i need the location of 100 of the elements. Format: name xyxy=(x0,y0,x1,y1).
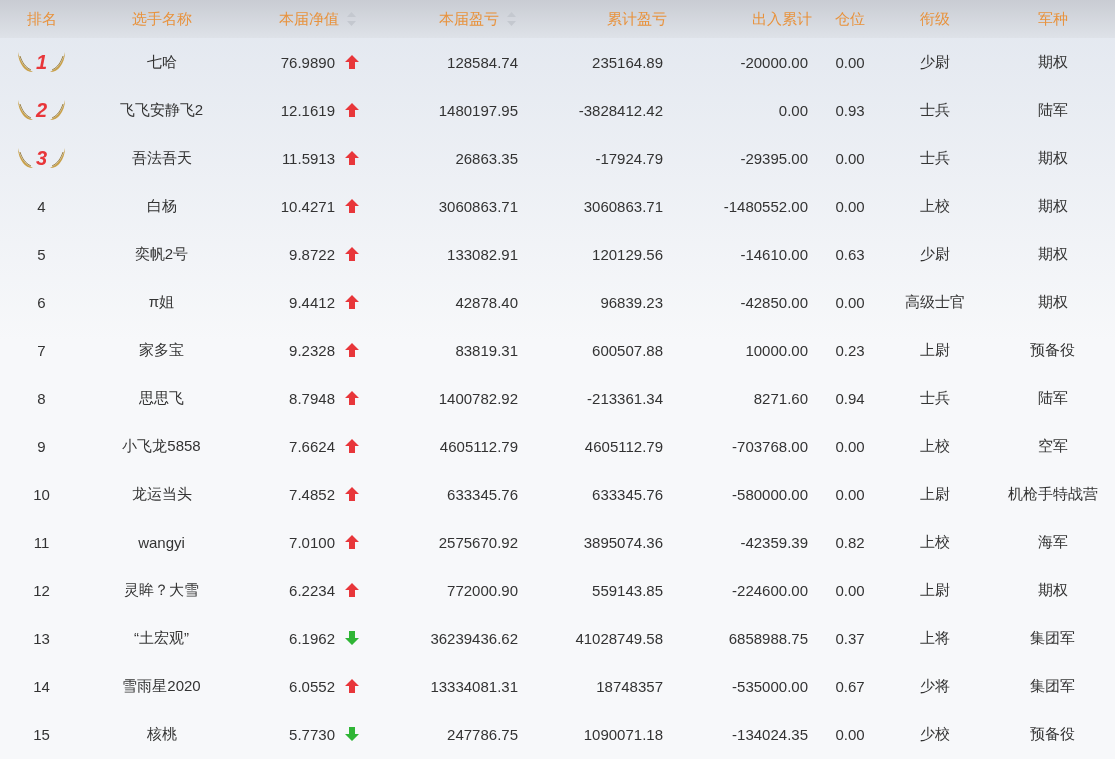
period-profit: 772000.90 xyxy=(447,581,518,599)
net-value: 6.1962 xyxy=(289,629,335,647)
period-profit: 128584.74 xyxy=(447,53,518,71)
total-profit: 41028749.58 xyxy=(575,629,663,647)
period-profit: 4605112.79 xyxy=(439,437,518,455)
position-ratio: 0.00 xyxy=(835,437,865,455)
rank-title: 少尉 xyxy=(920,244,950,264)
cash-flow: -224600.00 xyxy=(732,581,808,599)
rank-title: 上尉 xyxy=(920,484,950,504)
cash-flow: -29395.00 xyxy=(740,149,808,167)
player-name[interactable]: 飞飞安静飞2 xyxy=(119,100,204,120)
total-profit: 1090071.18 xyxy=(583,725,663,743)
total-profit: 3895074.36 xyxy=(583,533,663,551)
branch-name: 机枪手特战营 xyxy=(1007,484,1098,504)
player-name[interactable]: 白杨 xyxy=(146,196,177,216)
rank-number: 3 xyxy=(35,146,48,170)
net-value: 9.2328 xyxy=(289,341,335,359)
net-value: 5.7730 xyxy=(289,725,335,743)
period-profit: 36239436.62 xyxy=(430,629,518,647)
rank-number: 9 xyxy=(37,437,46,455)
cash-flow: -134024.35 xyxy=(732,725,808,743)
period-profit: 83819.31 xyxy=(455,341,518,359)
net-value: 6.0552 xyxy=(289,677,335,695)
cash-flow: 8271.60 xyxy=(753,389,808,407)
position-ratio: 0.94 xyxy=(835,389,865,407)
cash-flow: -580000.00 xyxy=(732,485,808,503)
rank-number: 7 xyxy=(37,341,46,359)
player-name[interactable]: 灵眸？大雪 xyxy=(124,580,199,600)
position-ratio: 0.67 xyxy=(835,677,865,695)
period-profit: 2575670.92 xyxy=(438,533,518,551)
rank-title: 上校 xyxy=(920,532,950,552)
rank-title: 上尉 xyxy=(920,580,950,600)
player-name[interactable]: 家多宝 xyxy=(139,340,184,360)
total-profit: -17924.79 xyxy=(595,149,663,167)
period-profit: 3060863.71 xyxy=(438,197,518,215)
position-ratio: 0.00 xyxy=(835,725,865,743)
total-profit: 600507.88 xyxy=(592,341,663,359)
period-profit: 1480197.95 xyxy=(438,101,518,119)
net-value: 9.8722 xyxy=(289,245,335,263)
position-ratio: 0.37 xyxy=(835,629,865,647)
position-ratio: 0.00 xyxy=(835,53,865,71)
column-header: 选手名称 xyxy=(131,9,192,29)
rank-number: 1 xyxy=(35,50,48,74)
player-name[interactable]: “土宏观” xyxy=(134,628,189,648)
branch-name: 期权 xyxy=(1037,244,1068,264)
total-profit: 4605112.79 xyxy=(584,437,663,455)
period-profit: 13334081.31 xyxy=(430,677,518,695)
rank-title: 士兵 xyxy=(920,100,950,120)
rank-title: 上将 xyxy=(920,628,950,648)
position-ratio: 0.00 xyxy=(835,149,865,167)
player-name[interactable]: π姐 xyxy=(148,292,175,312)
column-header: 累计盈亏 xyxy=(607,9,667,29)
branch-name: 海军 xyxy=(1037,532,1068,552)
player-name[interactable]: 奕帆2号 xyxy=(134,244,189,264)
rank-number: 15 xyxy=(33,725,50,743)
rank-title: 士兵 xyxy=(920,148,950,168)
rank-title: 士兵 xyxy=(920,388,950,408)
player-name[interactable]: 小飞龙5858 xyxy=(122,436,201,456)
column-header: 排名 xyxy=(26,9,57,29)
rank-number: 14 xyxy=(33,677,50,695)
rank-number: 5 xyxy=(37,245,46,263)
branch-name: 期权 xyxy=(1037,580,1068,600)
rank-title: 少尉 xyxy=(920,52,950,72)
net-value: 7.6624 xyxy=(289,437,335,455)
column-header: 军种 xyxy=(1037,9,1068,29)
period-profit: 26863.35 xyxy=(455,149,518,167)
rank-number: 8 xyxy=(37,389,46,407)
rank-title: 上校 xyxy=(920,196,950,216)
total-profit: -3828412.42 xyxy=(578,101,663,119)
rank-number: 11 xyxy=(33,533,50,551)
period-profit: 133082.91 xyxy=(447,245,518,263)
player-name[interactable]: 龙运当头 xyxy=(131,484,192,504)
rank-number: 6 xyxy=(37,293,46,311)
branch-name: 集团军 xyxy=(1030,628,1075,648)
total-profit: -213361.34 xyxy=(587,389,663,407)
total-profit: 559143.85 xyxy=(592,581,663,599)
player-name[interactable]: 七哈 xyxy=(146,52,177,72)
player-name[interactable]: 思思飞 xyxy=(139,388,184,408)
period-profit: 42878.40 xyxy=(455,293,518,311)
net-value: 11.5913 xyxy=(281,149,335,167)
period-profit: 247786.75 xyxy=(447,725,518,743)
net-value: 10.4271 xyxy=(280,197,335,215)
cash-flow: -535000.00 xyxy=(732,677,808,695)
player-name[interactable]: 吾法吾天 xyxy=(131,148,192,168)
branch-name: 预备役 xyxy=(1030,340,1075,360)
player-name[interactable]: 雪雨星2020 xyxy=(122,676,201,696)
cash-flow: -20000.00 xyxy=(740,53,808,71)
player-name[interactable]: wangyi xyxy=(138,533,185,551)
rank-title: 高级士官 xyxy=(905,292,965,312)
branch-name: 陆军 xyxy=(1037,388,1068,408)
player-name[interactable]: 核桃 xyxy=(146,724,177,744)
rank-title: 上尉 xyxy=(920,340,950,360)
branch-name: 期权 xyxy=(1037,196,1068,216)
rank-number: 10 xyxy=(33,485,50,503)
cash-flow: -703768.00 xyxy=(732,437,808,455)
rank-number: 4 xyxy=(37,197,46,215)
branch-name: 期权 xyxy=(1037,148,1068,168)
position-ratio: 0.82 xyxy=(835,533,865,551)
total-profit: 633345.76 xyxy=(592,485,663,503)
net-value: 6.2234 xyxy=(289,581,335,599)
